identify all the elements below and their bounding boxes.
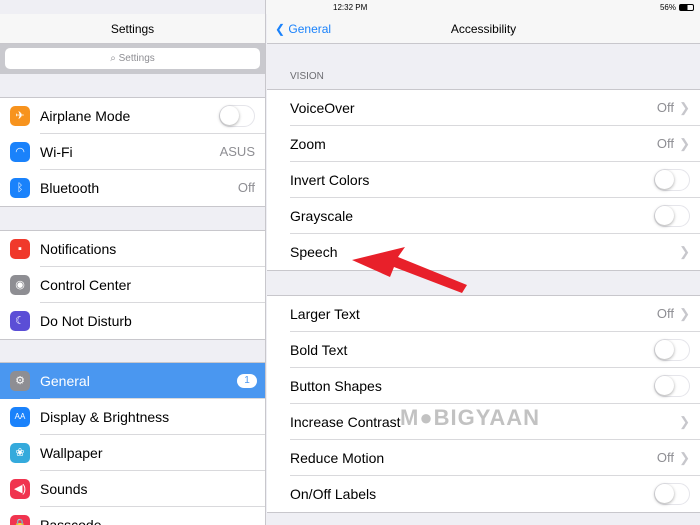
wifi-icon: ◠ xyxy=(10,142,30,162)
back-label: General xyxy=(288,22,332,36)
setting-label: Speech xyxy=(290,244,338,260)
sidebar-item-label: Airplane Mode xyxy=(40,108,131,124)
sidebar-item-label: Notifications xyxy=(40,241,117,257)
sidebar-item-airplane-mode[interactable]: ✈ Airplane Mode xyxy=(0,98,265,134)
setting-label: Bold Text xyxy=(290,342,348,358)
sidebar-item-bluetooth[interactable]: ᛒ Bluetooth Off xyxy=(0,170,265,206)
sidebar-group-general: ⚙ General 1 AA Display & Brightness ❀ Wal… xyxy=(0,362,265,525)
sidebar-group-connectivity: ✈ Airplane Mode ◠ Wi-Fi ASUS ᛒ Bluetooth O… xyxy=(0,97,265,207)
bold-text-toggle[interactable] xyxy=(654,339,690,361)
sidebar-item-general[interactable]: ⚙ General 1 xyxy=(0,363,265,399)
grayscale-toggle[interactable] xyxy=(654,205,690,227)
setting-label: Increase Contrast xyxy=(290,414,401,430)
interaction-group: Larger Text Off ❯ Bold Text Button Shapes Inc… xyxy=(267,295,700,513)
wallpaper-icon: ❀ xyxy=(10,443,30,463)
setting-bold-text[interactable]: Bold Text xyxy=(267,332,700,368)
section-header-vision: VISION xyxy=(290,71,324,82)
sidebar-nav-bar: Settings xyxy=(0,14,265,44)
back-button[interactable]: ❮ General xyxy=(275,14,331,44)
detail-nav-bar: ❮ General Accessibility xyxy=(267,14,700,44)
setting-value: Off xyxy=(656,306,674,321)
sidebar-item-control-center[interactable]: ◉ Control Center xyxy=(0,267,265,303)
display-icon: AA xyxy=(10,407,30,427)
watermark-logo: M●BIGYAAN xyxy=(400,405,541,430)
sidebar-item-value: ASUS xyxy=(219,144,255,159)
sidebar-item-notifications[interactable]: ▪ Notifications xyxy=(0,231,265,267)
page-title: Accessibility xyxy=(450,22,517,36)
setting-label: Reduce Motion xyxy=(290,450,385,466)
control-center-icon: ◉ xyxy=(10,275,30,295)
sidebar-item-wallpaper[interactable]: ❀ Wallpaper xyxy=(0,435,265,471)
setting-invert-colors[interactable]: Invert Colors xyxy=(267,162,700,198)
setting-label: Invert Colors xyxy=(290,172,370,188)
setting-zoom[interactable]: Zoom Off ❯ xyxy=(267,126,700,162)
bluetooth-icon: ᛒ xyxy=(10,178,30,198)
setting-label: VoiceOver xyxy=(290,100,355,116)
sidebar-item-label: Wi-Fi xyxy=(40,144,73,160)
sidebar-item-wi-fi[interactable]: ◠ Wi-Fi ASUS xyxy=(0,134,265,170)
chevron-right-icon: ❯ xyxy=(679,306,690,321)
sidebar-item-label: Control Center xyxy=(40,277,132,293)
sidebar-item-label: Sounds xyxy=(40,481,88,497)
airplane-icon: ✈ xyxy=(10,106,30,126)
setting-speech[interactable]: Speech ❯ xyxy=(267,234,700,270)
button-shapes-toggle[interactable] xyxy=(654,375,690,397)
setting-larger-text[interactable]: Larger Text Off ❯ xyxy=(267,296,700,332)
chevron-right-icon: ❯ xyxy=(679,100,690,115)
gear-icon: ⚙ xyxy=(10,371,30,391)
notification-badge: 1 xyxy=(237,374,257,388)
setting-label: On/Off Labels xyxy=(290,486,377,502)
setting-label: Zoom xyxy=(290,136,326,152)
sidebar-item-passcode[interactable]: 🔒 Passcode xyxy=(0,507,265,525)
sidebar-item-sounds[interactable]: ◀) Sounds xyxy=(0,471,265,507)
setting-voiceover[interactable]: VoiceOver Off ❯ xyxy=(267,90,700,126)
setting-label: Larger Text xyxy=(290,306,360,322)
accessibility-pane: ❮ General Accessibility VISION VoiceOver… xyxy=(267,0,700,525)
sidebar-item-display-brightness[interactable]: AA Display & Brightness xyxy=(0,399,265,435)
vision-group: VoiceOver Off ❯ Zoom Off ❯ Invert Colors Graysc… xyxy=(267,89,700,271)
sidebar-item-label: Passcode xyxy=(40,517,102,525)
sidebar-item-label: Do Not Disturb xyxy=(40,313,132,329)
sidebar-item-label: Bluetooth xyxy=(40,180,100,196)
chevron-right-icon: ❯ xyxy=(679,136,690,151)
chevron-right-icon: ❯ xyxy=(679,244,690,259)
sidebar-item-label: General xyxy=(40,373,90,389)
on-off-labels-toggle[interactable] xyxy=(654,483,690,505)
lock-icon: 🔒 xyxy=(10,515,30,525)
search-input[interactable]: ⌕ Settings xyxy=(5,48,260,69)
sidebar-title: Settings xyxy=(110,22,155,36)
airplane-mode-toggle[interactable] xyxy=(219,105,255,127)
setting-reduce-motion[interactable]: Reduce Motion Off ❯ xyxy=(267,440,700,476)
search-area: ⌕ Settings xyxy=(0,44,265,74)
sidebar-item-do-not-disturb[interactable]: ☾ Do Not Disturb xyxy=(0,303,265,339)
sidebar-group-system: ▪ Notifications ◉ Control Center ☾ Do No… xyxy=(0,230,265,340)
setting-on-off-labels[interactable]: On/Off Labels xyxy=(267,476,700,512)
sounds-icon: ◀) xyxy=(10,479,30,499)
search-placeholder: Settings xyxy=(118,53,155,64)
moon-icon: ☾ xyxy=(10,311,30,331)
red-arrow-annotation xyxy=(352,247,467,293)
setting-value: Off xyxy=(656,100,674,115)
sidebar-item-label: Wallpaper xyxy=(40,445,103,461)
settings-sidebar: Settings ⌕ Settings ✈ Airplane Mode ◠ Wi… xyxy=(0,0,266,525)
chevron-right-icon: ❯ xyxy=(679,450,690,465)
setting-grayscale[interactable]: Grayscale xyxy=(267,198,700,234)
setting-button-shapes[interactable]: Button Shapes xyxy=(267,368,700,404)
notifications-icon: ▪ xyxy=(10,239,30,259)
chevron-right-icon: ❯ xyxy=(679,414,690,429)
sidebar-item-value: Off xyxy=(237,180,255,195)
setting-label: Grayscale xyxy=(290,208,354,224)
setting-value: Off xyxy=(656,450,674,465)
sidebar-item-label: Display & Brightness xyxy=(40,409,170,425)
setting-value: Off xyxy=(656,136,674,151)
setting-label: Button Shapes xyxy=(290,378,382,394)
invert-colors-toggle[interactable] xyxy=(654,169,690,191)
